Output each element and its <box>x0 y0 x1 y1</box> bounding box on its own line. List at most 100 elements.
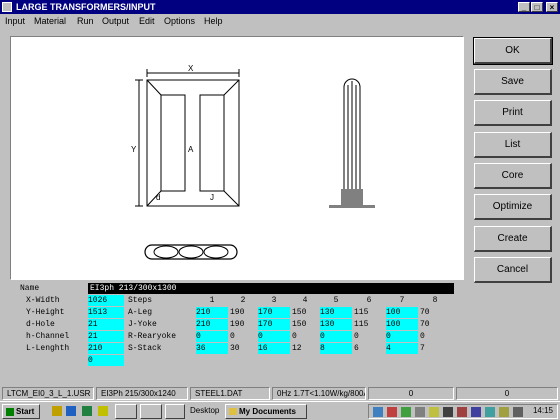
param-label: Y-Height <box>20 307 94 318</box>
start-button[interactable]: Start <box>2 404 40 419</box>
step-number: 1 <box>196 295 228 306</box>
step-value[interactable]: 70 <box>420 319 452 330</box>
step-value[interactable]: 8 <box>320 343 352 354</box>
optimize-button[interactable]: Optimize <box>474 194 552 220</box>
create-button[interactable]: Create <box>474 226 552 252</box>
step-value[interactable]: 150 <box>292 319 320 330</box>
menu-material[interactable]: Material <box>34 14 66 28</box>
step-value[interactable]: 16 <box>258 343 290 354</box>
task-button[interactable] <box>115 404 137 419</box>
h-channel-field[interactable]: 21 <box>88 331 124 342</box>
print-button[interactable]: Print <box>474 100 552 126</box>
step-value[interactable]: 30 <box>230 343 258 354</box>
start-label: Start <box>16 407 35 416</box>
step-value[interactable]: 190 <box>230 319 258 330</box>
step-value[interactable]: 0 <box>354 331 386 342</box>
extra-field[interactable]: 0 <box>88 355 124 366</box>
step-number: 7 <box>386 295 418 306</box>
d-hole-field[interactable]: 21 <box>88 319 124 330</box>
task-button[interactable] <box>165 404 185 419</box>
desktop-label[interactable]: Desktop <box>190 406 219 415</box>
y-height-field[interactable]: 1513 <box>88 307 124 318</box>
label-y: Y <box>131 145 137 154</box>
browser-icon[interactable] <box>66 406 76 416</box>
tray-icon[interactable] <box>429 407 439 417</box>
window-title: LARGE TRANSFORMERS/INPUT <box>16 2 156 12</box>
menu-help[interactable]: Help <box>204 14 223 28</box>
core-drawing <box>135 69 375 260</box>
save-button[interactable]: Save <box>474 69 552 95</box>
step-value[interactable]: 70 <box>420 307 452 318</box>
tray-icon[interactable] <box>373 407 383 417</box>
tray-icon[interactable] <box>415 407 425 417</box>
row-label: J-Yoke <box>128 319 196 330</box>
speaker-icon[interactable] <box>513 407 523 417</box>
tray-icon[interactable] <box>457 407 467 417</box>
tray-icon[interactable] <box>485 407 495 417</box>
task-button[interactable] <box>140 404 162 419</box>
tray-icon[interactable] <box>401 407 411 417</box>
quick-launch-icon[interactable] <box>52 406 62 416</box>
tray-icon[interactable] <box>471 407 481 417</box>
step-value[interactable]: 115 <box>354 319 386 330</box>
step-value[interactable]: 150 <box>292 307 320 318</box>
step-value[interactable]: 12 <box>292 343 320 354</box>
status-bar: LTCM_EI0_3_L_1.USR EI3Ph 215/300x1240 ST… <box>0 386 560 401</box>
menu-options[interactable]: Options <box>164 14 195 28</box>
step-value[interactable]: 0 <box>320 331 352 342</box>
param-label: L-Lenghth <box>20 343 94 354</box>
tray-icon[interactable] <box>499 407 509 417</box>
quick-launch-icon[interactable] <box>98 406 108 416</box>
step-value[interactable]: 170 <box>258 319 290 330</box>
tray-icon[interactable] <box>443 407 453 417</box>
step-value[interactable]: 0 <box>386 331 418 342</box>
step-value[interactable]: 210 <box>196 319 228 330</box>
step-value[interactable]: 100 <box>386 307 418 318</box>
step-value[interactable]: 170 <box>258 307 290 318</box>
x-width-field[interactable]: 1026 <box>88 295 124 306</box>
step-value[interactable]: 4 <box>386 343 418 354</box>
core-window-left <box>160 94 186 192</box>
list-button[interactable]: List <box>474 132 552 158</box>
quick-launch-icon[interactable] <box>82 406 92 416</box>
minimize-button[interactable]: _ <box>518 2 530 12</box>
menu-output[interactable]: Output <box>102 14 129 28</box>
app-icon[interactable] <box>2 2 12 12</box>
step-value[interactable]: 0 <box>292 331 320 342</box>
parameter-table: Name EI3ph 213/300x1300 X-Width 1026 Y-H… <box>20 283 454 367</box>
menu-run[interactable]: Run <box>77 14 94 28</box>
step-value[interactable]: 7 <box>420 343 452 354</box>
maximize-button[interactable]: □ <box>531 2 543 12</box>
param-label: d-Hole <box>20 319 94 330</box>
my-documents-button[interactable]: My Documents <box>225 404 307 419</box>
step-value[interactable]: 0 <box>196 331 228 342</box>
drawing-canvas: X Y A d J <box>10 36 464 280</box>
step-value[interactable]: 36 <box>196 343 228 354</box>
param-label: X-Width <box>20 295 94 306</box>
cancel-button[interactable]: Cancel <box>474 257 552 283</box>
step-value[interactable]: 210 <box>196 307 228 318</box>
core-button[interactable]: Core <box>474 163 552 189</box>
menu-input[interactable]: Input <box>5 14 25 28</box>
step-value[interactable]: 0 <box>258 331 290 342</box>
row-label: S-Stack <box>128 343 196 354</box>
step-value[interactable]: 6 <box>354 343 386 354</box>
l-length-field[interactable]: 210 <box>88 343 124 354</box>
step-number: 8 <box>418 295 452 306</box>
name-field[interactable]: EI3ph 213/300x1300 <box>88 283 454 294</box>
tray-icon[interactable] <box>387 407 397 417</box>
menu-edit[interactable]: Edit <box>139 14 155 28</box>
label-j: J <box>210 193 214 202</box>
step-number: 4 <box>290 295 320 306</box>
step-value[interactable]: 190 <box>230 307 258 318</box>
status-value-2: 0 <box>456 387 558 400</box>
step-value[interactable]: 130 <box>320 307 352 318</box>
step-value[interactable]: 0 <box>230 331 258 342</box>
step-value[interactable]: 100 <box>386 319 418 330</box>
step-value[interactable]: 130 <box>320 319 352 330</box>
close-button[interactable]: × <box>546 2 558 12</box>
label-x: X <box>188 64 194 73</box>
step-value[interactable]: 115 <box>354 307 386 318</box>
step-value[interactable]: 0 <box>420 331 452 342</box>
ok-button[interactable]: OK <box>473 37 553 65</box>
